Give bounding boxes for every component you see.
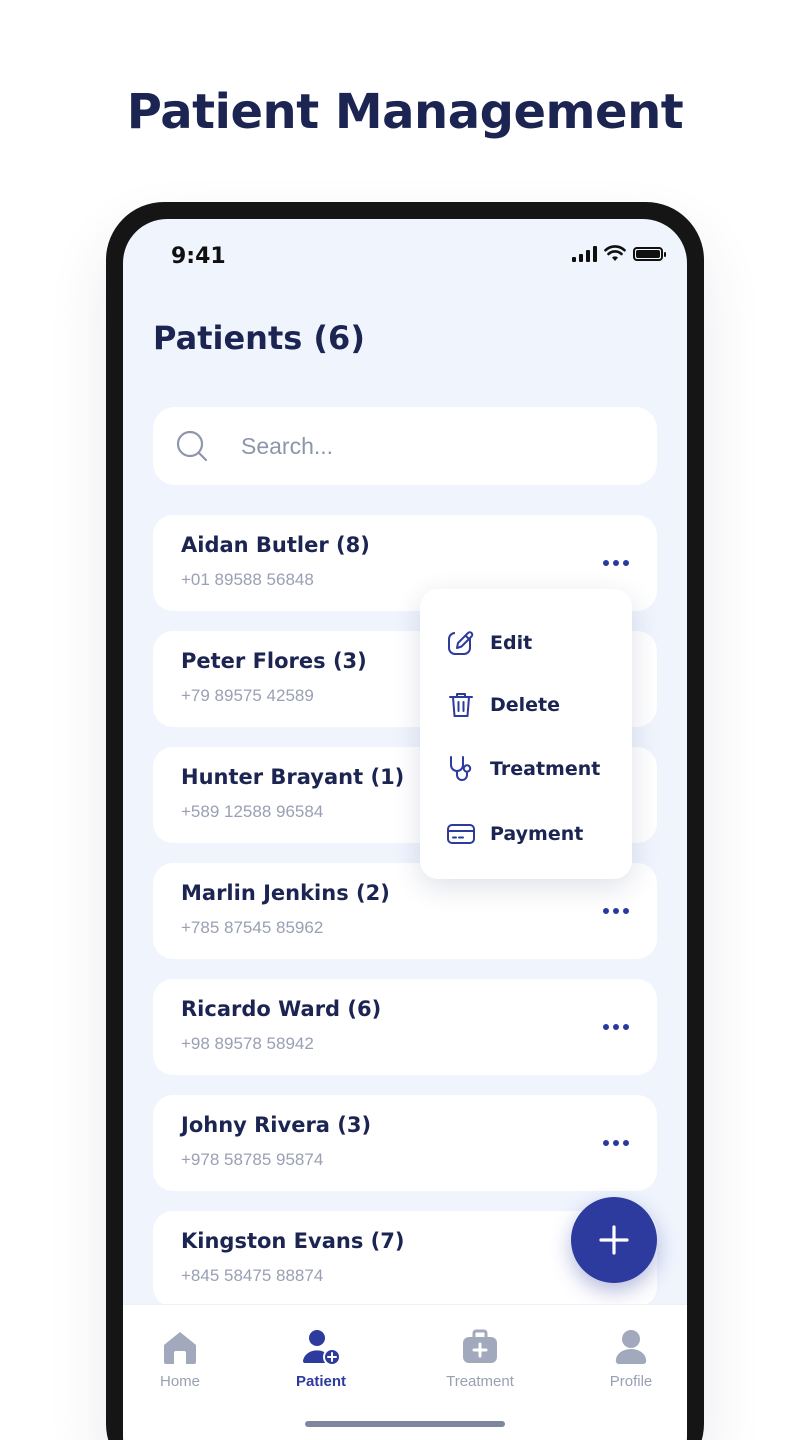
dot [613, 560, 619, 566]
dot [623, 560, 629, 566]
dot [613, 908, 619, 914]
nav-item-treatment[interactable]: Treatment [425, 1327, 535, 1390]
menu-item-edit[interactable]: Edit [446, 623, 532, 663]
nav-item-patient[interactable]: Patient [266, 1327, 376, 1390]
patient-name: Johny Rivera (3) [181, 1113, 372, 1137]
plus-icon [599, 1225, 629, 1255]
patient-phone: +845 58475 88874 [181, 1266, 324, 1285]
patient-card[interactable]: Ricardo Ward (6) +98 89578 58942 [153, 979, 657, 1075]
trash-icon [449, 693, 473, 717]
patient-phone: +79 89575 42589 [181, 686, 314, 705]
nav-label: Patient [295, 1373, 346, 1390]
menu-item-label: Payment [490, 823, 584, 845]
patient-phone: +785 87545 85962 [181, 918, 324, 937]
stethoscope-icon [450, 756, 472, 781]
more-options-icon[interactable] [597, 1011, 635, 1043]
bottom-nav: Home Patient Treatment Profile [123, 1304, 687, 1440]
patient-name: Aidan Butler (8) [181, 533, 370, 557]
patient-name: Ricardo Ward (6) [181, 997, 382, 1021]
medical-kit-icon [463, 1329, 497, 1363]
add-patient-button[interactable] [571, 1197, 657, 1283]
patient-phone: +978 58785 95874 [181, 1150, 324, 1169]
dot [603, 908, 609, 914]
phone-frame: 9:41 Patients (6) Aidan Butler (8) +01 89… [106, 202, 704, 1440]
menu-item-treatment[interactable]: Treatment [446, 749, 600, 789]
patient-phone: +98 89578 58942 [181, 1034, 314, 1053]
nav-label: Treatment [446, 1373, 514, 1390]
search-icon [176, 430, 208, 462]
signal-icon [572, 245, 597, 262]
patient-add-icon [303, 1330, 341, 1366]
dot [603, 1024, 609, 1030]
edit-icon [448, 628, 474, 655]
home-icon [164, 1332, 196, 1364]
patient-context-menu: Edit Delete Treatment Payment [420, 589, 632, 879]
wifi-icon [604, 245, 626, 261]
headline: Patient Management [126, 84, 684, 140]
status-time: 9:41 [171, 244, 226, 269]
menu-item-label: Edit [490, 632, 533, 654]
dot [623, 908, 629, 914]
menu-item-label: Treatment [490, 758, 601, 780]
menu-item-delete[interactable]: Delete [446, 685, 560, 725]
dot [603, 560, 609, 566]
patient-phone: +01 89588 56848 [181, 570, 314, 589]
patient-name: Kingston Evans (7) [181, 1229, 405, 1253]
home-indicator [305, 1421, 505, 1427]
app-screen: 9:41 Patients (6) Aidan Butler (8) +01 89… [123, 219, 687, 1440]
nav-label: Profile [609, 1373, 653, 1390]
nav-item-home[interactable]: Home [125, 1327, 235, 1390]
dot [603, 1140, 609, 1146]
patient-phone: +589 12588 96584 [181, 802, 324, 821]
dot [613, 1024, 619, 1030]
search-bar[interactable] [153, 407, 657, 485]
dot [623, 1140, 629, 1146]
search-input[interactable] [241, 427, 631, 465]
patient-name: Marlin Jenkins (2) [181, 881, 390, 905]
nav-label: Home [159, 1373, 200, 1390]
dot [623, 1024, 629, 1030]
patient-name: Peter Flores (3) [181, 649, 367, 673]
menu-item-label: Delete [490, 694, 561, 716]
dot [613, 1140, 619, 1146]
status-icons [572, 245, 666, 262]
battery-icon [633, 246, 666, 261]
more-options-icon[interactable] [597, 1127, 635, 1159]
patient-name: Hunter Brayant (1) [181, 765, 405, 789]
user-icon [615, 1330, 647, 1365]
menu-item-payment[interactable]: Payment [446, 814, 583, 854]
page-title: Patients (6) [153, 319, 365, 357]
more-options-icon[interactable] [597, 895, 635, 927]
patient-card[interactable]: Johny Rivera (3) +978 58785 95874 [153, 1095, 657, 1191]
more-options-icon[interactable] [597, 547, 635, 579]
credit-card-icon [447, 824, 475, 844]
nav-item-profile[interactable]: Profile [576, 1327, 686, 1390]
